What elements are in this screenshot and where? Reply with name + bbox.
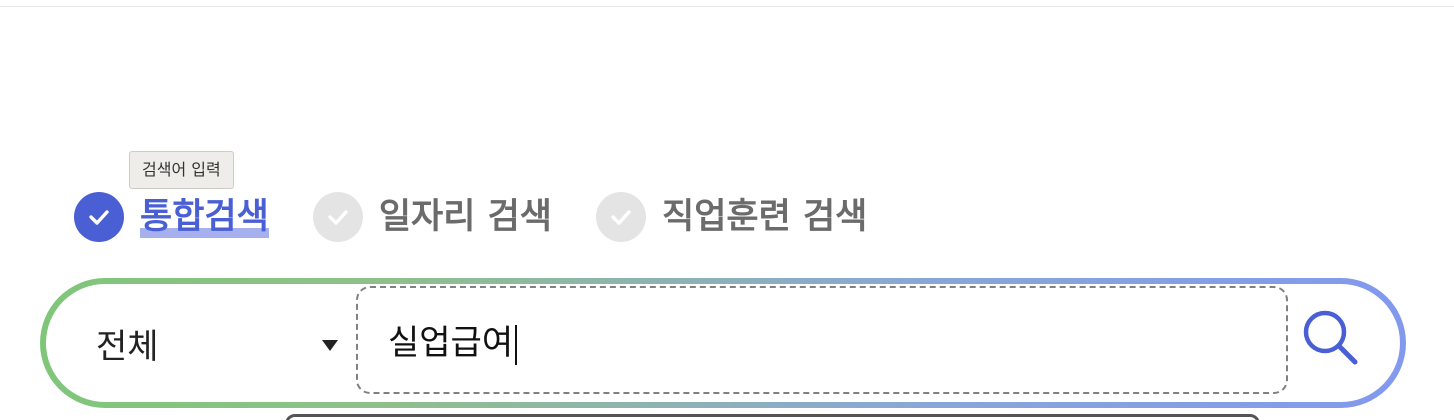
category-value: 전체 (96, 326, 159, 367)
search-type-tabs: 통합검색 일자리 검색 직업훈련 검색 (74, 190, 911, 244)
tab-training-search[interactable]: 직업훈련 검색 (596, 190, 867, 244)
check-icon (312, 192, 363, 242)
search-query-text: 실업급여 (388, 323, 514, 364)
tab-integrated-search[interactable]: 통합검색 (74, 190, 269, 244)
text-cursor (515, 324, 518, 365)
tooltip-text: 검색어 입력 (142, 160, 221, 179)
tab-job-search[interactable]: 일자리 검색 (312, 190, 552, 244)
top-divider (0, 6, 1454, 7)
caret-down-icon (322, 340, 338, 351)
search-input[interactable]: 실업급여 (356, 286, 1288, 394)
check-icon (74, 192, 124, 242)
page: 검색어 입력 통합검색 일자리 검색 직업훈련 검색 전체 실업급여 (0, 0, 1454, 420)
search-button[interactable] (1296, 304, 1366, 376)
search-input-value: 실업급여 (388, 315, 518, 365)
tab-label: 통합검색 (140, 190, 269, 244)
search-bar: 전체 실업급여 (40, 278, 1406, 408)
dropdown-panel-edge (285, 414, 1260, 420)
check-icon (596, 192, 646, 242)
category-select[interactable]: 전체 (96, 284, 338, 402)
search-icon (1300, 307, 1362, 373)
search-bar-inner: 전체 실업급여 (46, 284, 1400, 402)
tab-label: 일자리 검색 (378, 197, 552, 237)
tooltip: 검색어 입력 (129, 151, 234, 189)
tab-label: 직업훈련 검색 (662, 197, 868, 237)
